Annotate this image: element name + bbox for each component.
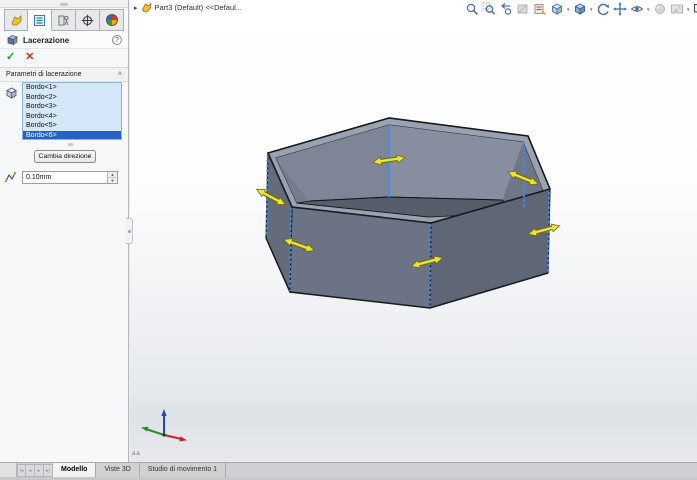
tab-property-manager[interactable] — [28, 9, 52, 31]
tab-motion-study[interactable]: Studio di movimento 1 — [140, 463, 226, 477]
tab-bar-left-spacer — [0, 463, 17, 477]
first-tab-button[interactable]: |◂ — [17, 464, 26, 477]
tab-display-manager[interactable] — [100, 9, 124, 31]
ok-button[interactable]: ✓ — [6, 51, 15, 65]
panel-collapse-handle[interactable] — [126, 218, 133, 244]
rip-gap-row: ▲ ▼ — [4, 170, 124, 184]
selected-edge-highlight[interactable] — [548, 192, 549, 272]
next-tab-button[interactable]: ▸ — [35, 464, 44, 477]
panel-splitter[interactable] — [0, 0, 128, 8]
previous-tab-button[interactable]: ◂ — [26, 464, 35, 477]
feature-manager-icon — [10, 14, 23, 27]
graphics-viewport[interactable]: ▸ Part3 (Default) <<Defaul... — [130, 0, 697, 462]
tab-feature-manager[interactable] — [4, 9, 28, 31]
section-header-rip-parameters[interactable]: Parametri di lacerazione ˄ — [0, 68, 128, 82]
reference-triad — [138, 403, 190, 449]
configuration-manager-icon — [57, 14, 70, 27]
motion-study-mini-label: aa — [132, 451, 141, 457]
rip-gap-input[interactable] — [23, 172, 107, 183]
list-item-edge[interactable]: Bordo<2> — [23, 93, 121, 103]
rip-gap-icon — [4, 171, 17, 184]
cancel-button[interactable]: ✕ — [25, 51, 34, 65]
chevron-up-icon: ˄ — [118, 71, 122, 78]
list-item-edge-selected[interactable]: Bordo<6> — [23, 131, 121, 140]
rip-feature-icon — [6, 34, 19, 46]
tab-3d-views[interactable]: Viste 3D — [96, 463, 139, 477]
change-direction-button[interactable]: Cambia direzione — [34, 150, 96, 163]
property-manager-icon — [33, 14, 46, 27]
tab-navigation-buttons: |◂ ◂ ▸ ▸| — [17, 464, 53, 477]
document-tabs: Modello Viste 3D Studio di movimento 1 — [53, 463, 226, 477]
list-resize-grip[interactable] — [68, 143, 73, 146]
tab-model[interactable]: Modello — [53, 463, 96, 477]
section-header-label: Parametri di lacerazione — [6, 71, 118, 78]
document-tab-bar: |◂ ◂ ▸ ▸| Modello Viste 3D Studio di mov… — [0, 462, 697, 480]
gap-spinner: ▲ ▼ — [107, 172, 117, 183]
dimxpert-manager-icon — [81, 14, 94, 27]
list-item-edge[interactable]: Bordo<1> — [23, 83, 121, 93]
spinner-down-button[interactable]: ▼ — [108, 178, 117, 183]
manager-tab-bar — [4, 9, 124, 31]
list-item-edge[interactable]: Bordo<5> — [23, 121, 121, 131]
edge-selection-icon — [5, 86, 18, 99]
tab-dimxpert-manager[interactable] — [76, 9, 100, 31]
solidworks-window: Lacerazione ? ✓ ✕ Parametri di lacerazio… — [0, 0, 697, 480]
rip-edges-listbox[interactable]: Bordo<1> Bordo<2> Bordo<3> Bordo<4> Bord… — [22, 82, 122, 140]
feature-title: Lacerazione — [23, 36, 112, 45]
last-tab-button[interactable]: ▸| — [44, 464, 53, 477]
outer-wall-front-left[interactable] — [290, 207, 431, 308]
hexagonal-part-model[interactable] — [130, 0, 697, 462]
list-item-edge[interactable]: Bordo<3> — [23, 102, 121, 112]
display-manager-icon — [106, 14, 118, 26]
property-manager-titlebar: Lacerazione ? — [0, 32, 128, 49]
pm-actions: ✓ ✕ — [6, 51, 34, 65]
list-item-edge[interactable]: Bordo<4> — [23, 112, 121, 122]
help-icon[interactable]: ? — [112, 35, 122, 45]
tab-configuration-manager[interactable] — [52, 9, 76, 31]
property-manager-panel: Lacerazione ? ✓ ✕ Parametri di lacerazio… — [0, 0, 129, 462]
